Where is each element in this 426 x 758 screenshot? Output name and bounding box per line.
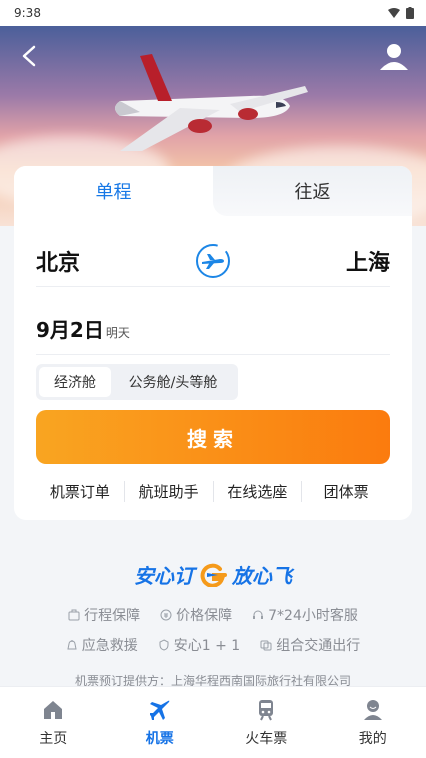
feature-item: 7*24小时客服 [252,605,358,625]
feature-label: 行程保障 [84,608,141,624]
shield-icon [159,639,169,651]
tab-one-way[interactable]: 单程 [14,166,213,216]
date-relative: 明天 [105,326,130,340]
airplane-illustration [115,54,308,151]
status-icons [388,7,414,19]
headset-icon [253,610,264,619]
wifi-icon [388,8,400,18]
combo-transport-icon [260,640,272,651]
departure-date[interactable]: 9月2日 明天 [36,314,130,343]
arrival-city[interactable]: 上海 [346,245,390,277]
nav-profile[interactable]: 我的 [320,687,426,758]
nav-train[interactable]: 火车票 [213,687,320,758]
feature-label: 组合交通出行 [276,638,361,654]
feature-row: 行程保障 价格保障 7*24小时客服 [0,600,426,630]
user-profile-icon[interactable] [378,40,410,72]
nav-label: 我的 [358,730,387,747]
quick-link-flight-orders[interactable]: 机票订单 [36,480,125,502]
cabin-business-first-option[interactable]: 公务舱/头等舱 [111,367,235,397]
quick-links: 机票订单 航班助手 在线选座 团体票 [36,476,390,506]
divider [36,354,390,355]
slogan-left: 安心订 [134,564,194,588]
feature-item: 应急救援 [66,635,138,655]
search-card: 单程 往返 北京 上海 9月2日 明天 经济舱 公务舱/头等舱 搜索 机票订单 … [14,166,412,520]
cabin-class-toggle: 经济舱 公务舱/头等舱 [36,364,238,400]
user-icon [363,699,382,720]
slogan: 安心订 放心飞 [0,560,426,589]
nav-label: 机票 [145,730,174,747]
home-icon [44,700,63,719]
status-bar: 9:38 [0,0,426,26]
brand-logo-icon [200,563,227,587]
swap-cities-icon[interactable] [194,242,232,280]
back-button[interactable] [16,42,44,70]
feature-label: 7*24小时客服 [268,608,358,624]
feature-label: 安心1 + 1 [173,638,241,654]
quick-link-flight-assistant[interactable]: 航班助手 [125,480,214,502]
trip-type-tabs: 单程 往返 [14,166,412,216]
battery-icon [406,7,414,19]
feature-item: 价格保障 [160,605,232,625]
route-selector: 北京 上海 [36,236,390,286]
bottom-navigation: 主页 机票 火车票 我的 [0,686,426,758]
slogan-right: 放心飞 [232,564,292,588]
price-icon [160,609,172,621]
nav-label: 火车票 [245,730,288,747]
rescue-icon [67,640,77,650]
airplane-icon [149,700,170,720]
feature-item: 组合交通出行 [260,635,360,655]
nav-home[interactable]: 主页 [0,687,107,758]
tab-round-trip[interactable]: 往返 [213,166,412,216]
quick-link-group-tickets[interactable]: 团体票 [302,481,390,502]
train-icon [259,699,274,720]
nav-label: 主页 [39,730,68,747]
feature-row: 应急救援 安心1 + 1 组合交通出行 [0,630,426,660]
departure-city[interactable]: 北京 [36,245,80,277]
feature-label: 价格保障 [176,608,233,624]
briefcase-icon [68,609,80,621]
feature-item: 行程保障 [68,605,140,625]
divider [36,286,390,287]
service-features: 行程保障 价格保障 7*24小时客服 应急救援 安心1 + 1 组合交通出行 [0,600,426,660]
date-value: 9月2日 [36,318,104,342]
status-time: 9:38 [14,6,41,20]
cabin-economy-option[interactable]: 经济舱 [39,367,111,397]
feature-item: 安心1 + 1 [158,635,240,655]
promo-slogan: 安心订 放心飞 [0,560,426,589]
quick-link-seat-selection[interactable]: 在线选座 [214,480,303,502]
search-button[interactable]: 搜索 [36,410,390,464]
feature-label: 应急救援 [81,638,138,654]
nav-flights[interactable]: 机票 [107,687,214,758]
